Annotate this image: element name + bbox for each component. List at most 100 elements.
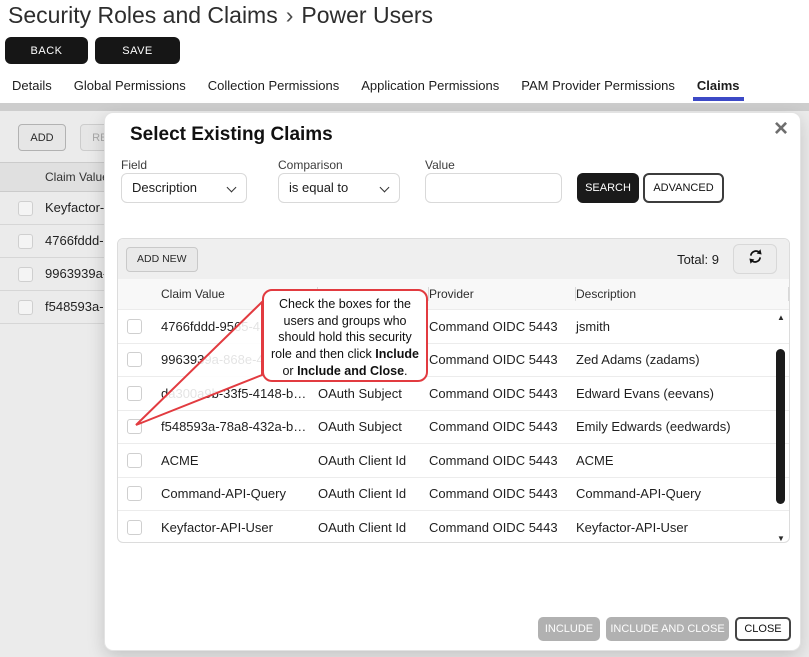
value-input[interactable]	[425, 173, 562, 203]
row-checkbox[interactable]	[18, 234, 33, 249]
breadcrumb: Security Roles and Claims›Power Users	[8, 2, 433, 29]
description-cell: Command-API-Query	[576, 486, 789, 501]
list-item: f548593a-78a8-432a-b…OAuth SubjectComman…	[118, 410, 789, 444]
close-button[interactable]: CLOSE	[735, 617, 791, 641]
description-cell: jsmith	[576, 319, 789, 334]
provider-cell: Command OIDC 5443	[429, 319, 576, 334]
provider-cell: Command OIDC 5443	[429, 352, 576, 367]
include-button[interactable]: INCLUDE	[538, 617, 600, 641]
comparison-label: Comparison	[278, 158, 343, 172]
add-new-button[interactable]: ADD NEW	[126, 247, 198, 272]
claim-value-cell: ACME	[161, 453, 318, 468]
list-item: 9963939a-868e-4d…OAuth SubjectCommand OI…	[118, 343, 789, 377]
value-label: Value	[425, 158, 455, 172]
grid-rows: 4766fddd-9565-4…OAuth SubjectCommand OID…	[118, 309, 789, 543]
column-header-provider: Provider	[429, 279, 576, 309]
row-checkbox[interactable]	[127, 520, 142, 535]
tab-pam-provider-permissions[interactable]: PAM Provider Permissions	[521, 78, 675, 101]
refresh-icon	[747, 248, 764, 270]
row-checkbox[interactable]	[18, 267, 33, 282]
include-and-close-button[interactable]: INCLUDE AND CLOSE	[606, 617, 729, 641]
claim-value-cell: 4766fddd-	[45, 233, 104, 248]
claim-value-cell: da300a9b-33f5-4148-b…	[161, 386, 318, 401]
list-item: da300a9b-33f5-4148-b…OAuth SubjectComman…	[118, 376, 789, 410]
scrollbar: ▲ ▼	[775, 311, 787, 543]
provider-cell: Command OIDC 5443	[429, 419, 576, 434]
provider-cell: Command OIDC 5443	[429, 453, 576, 468]
description-cell: Zed Adams (zadams)	[576, 352, 789, 367]
row-checkbox[interactable]	[127, 319, 142, 334]
dialog-title: Select Existing Claims	[130, 124, 333, 146]
field-label: Field	[121, 158, 147, 172]
header-checkbox-spacer	[118, 279, 161, 309]
claim-type-cell: OAuth Client Id	[318, 486, 429, 501]
provider-cell: Command OIDC 5443	[429, 386, 576, 401]
row-checkbox[interactable]	[127, 386, 142, 401]
breadcrumb-parent[interactable]: Security Roles and Claims	[8, 2, 278, 28]
column-header-claim-type: Claim Type	[318, 279, 429, 309]
search-button[interactable]: SEARCH	[577, 173, 639, 203]
row-checkbox[interactable]	[127, 352, 142, 367]
claim-value-cell: Keyfactor-API-User	[161, 520, 318, 535]
field-select[interactable]: Description	[121, 173, 247, 203]
claim-type-cell: OAuth Subject	[318, 386, 429, 401]
total-count: Total: 9	[677, 252, 719, 267]
save-button[interactable]: SAVE	[95, 37, 180, 64]
description-cell: ACME	[576, 453, 789, 468]
chevron-down-icon	[380, 183, 390, 193]
claim-value-cell: Keyfactor-	[45, 200, 104, 215]
scroll-up-icon[interactable]: ▲	[775, 313, 787, 322]
refresh-button[interactable]	[733, 244, 777, 274]
claim-value-cell: f548593a-	[45, 299, 104, 314]
row-checkbox[interactable]	[18, 300, 33, 315]
claim-type-cell: OAuth Client Id	[318, 453, 429, 468]
scroll-down-icon[interactable]: ▼	[775, 534, 787, 543]
advanced-button[interactable]: ADVANCED	[643, 173, 724, 203]
comparison-select[interactable]: is equal to	[278, 173, 400, 203]
description-cell: Edward Evans (eevans)	[576, 386, 789, 401]
column-header-claim-value: Claim Value	[161, 279, 318, 309]
content-divider	[0, 103, 809, 111]
list-item: 4766fddd-9565-4…OAuth SubjectCommand OID…	[118, 309, 789, 343]
breadcrumb-separator: ›	[278, 2, 302, 28]
field-select-value: Description	[132, 180, 197, 195]
grid-toolbar: ADD NEW Total: 9	[118, 239, 789, 279]
claim-type-cell: OAuth Subject	[318, 352, 429, 367]
claim-value-cell: Command-API-Query	[161, 486, 318, 501]
list-item: ACMEOAuth Client IdCommand OIDC 5443ACME	[118, 443, 789, 477]
page-title: Power Users	[301, 2, 433, 28]
select-existing-claims-dialog: × Select Existing Claims Field Compariso…	[105, 113, 800, 650]
description-cell: Keyfactor-API-User	[576, 520, 789, 535]
close-icon[interactable]: ×	[774, 115, 788, 144]
tab-global-permissions[interactable]: Global Permissions	[74, 78, 186, 101]
scrollbar-thumb[interactable]	[776, 349, 785, 504]
tab-collection-permissions[interactable]: Collection Permissions	[208, 78, 340, 101]
comparison-select-value: is equal to	[289, 180, 348, 195]
claim-value-cell: 4766fddd-9565-4…	[161, 319, 318, 334]
grid-column-headers: Claim ValueClaim TypeProviderDescription	[118, 279, 789, 309]
row-checkbox[interactable]	[127, 453, 142, 468]
tab-bar: Details Global Permissions Collection Perm…	[12, 78, 740, 101]
row-checkbox[interactable]	[127, 419, 142, 434]
provider-cell: Command OIDC 5443	[429, 486, 576, 501]
tab-details[interactable]: Details	[12, 78, 52, 101]
tab-claims[interactable]: Claims	[697, 78, 740, 101]
back-button[interactable]: BACK	[5, 37, 88, 64]
claim-type-cell: OAuth Subject	[318, 419, 429, 434]
row-checkbox[interactable]	[18, 201, 33, 216]
claim-value-cell: 9963939a-	[45, 266, 107, 281]
chevron-down-icon	[227, 183, 237, 193]
claim-value-cell: f548593a-78a8-432a-b…	[161, 419, 318, 434]
description-cell: Emily Edwards (eedwards)	[576, 419, 789, 434]
claim-type-cell: OAuth Client Id	[318, 520, 429, 535]
column-header-description: Description	[576, 279, 789, 309]
tab-application-permissions[interactable]: Application Permissions	[361, 78, 499, 101]
row-checkbox[interactable]	[127, 486, 142, 501]
claim-value-cell: 9963939a-868e-4d…	[161, 352, 318, 367]
provider-cell: Command OIDC 5443	[429, 520, 576, 535]
list-item: Command-API-QueryOAuth Client IdCommand …	[118, 477, 789, 511]
list-item: Keyfactor-API-UserOAuth Client IdCommand…	[118, 510, 789, 543]
add-button[interactable]: ADD	[18, 124, 66, 151]
claim-type-cell: OAuth Subject	[318, 319, 429, 334]
claims-grid: ADD NEW Total: 9 Claim ValueClaim TypePr…	[117, 238, 790, 543]
